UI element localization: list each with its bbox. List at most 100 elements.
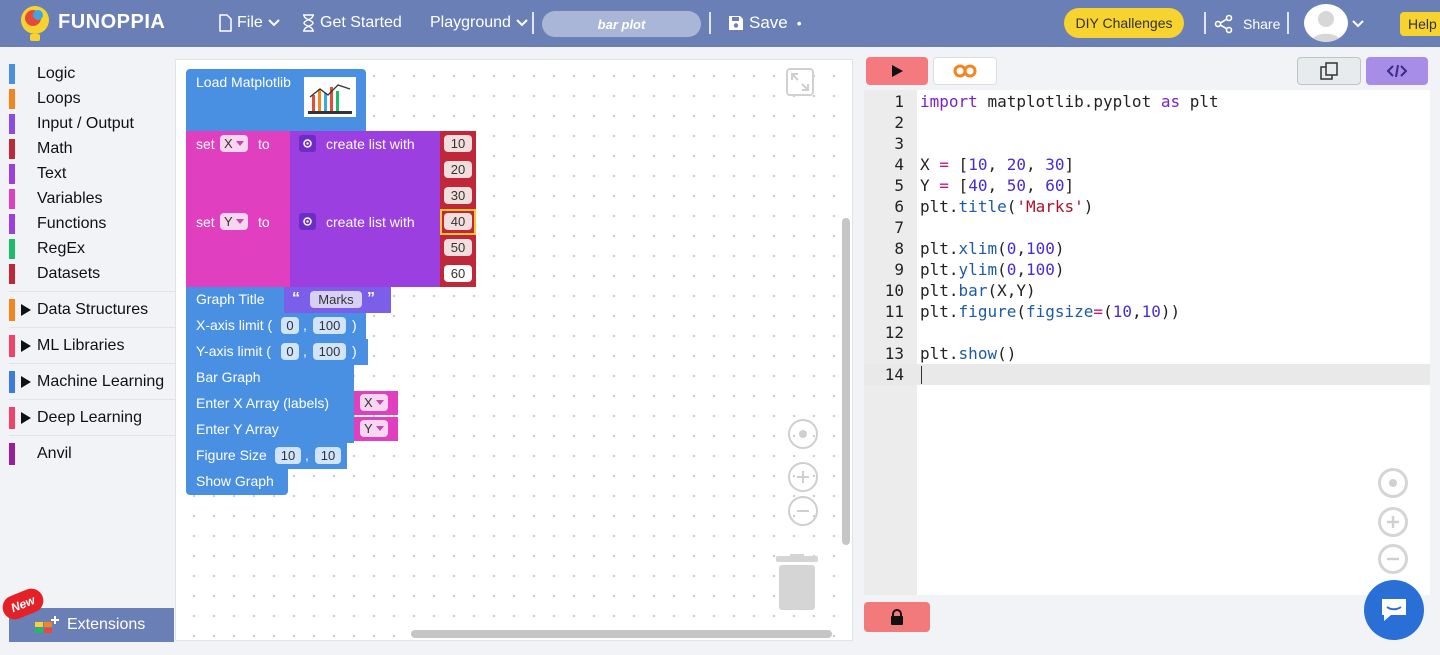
category-group-data-structures[interactable]: Data Structures: [9, 291, 175, 327]
playground-label: Playground: [430, 14, 511, 31]
figure-size-block[interactable]: Figure Size 10 , 10: [186, 443, 347, 469]
load-matplotlib-block[interactable]: Load Matplotlib: [186, 69, 366, 131]
extensions-label: Extensions: [67, 616, 146, 633]
category-group-deep-learning[interactable]: Deep Learning: [9, 399, 175, 435]
text-string-block[interactable]: “ Marks ”: [284, 287, 391, 313]
category-loops[interactable]: Loops: [9, 87, 175, 111]
share-button[interactable]: Share: [1214, 14, 1280, 34]
trash-icon[interactable]: [774, 554, 820, 612]
show-graph-block[interactable]: Show Graph: [186, 469, 288, 495]
category-math[interactable]: Math: [9, 137, 175, 161]
workspace-horizontal-scrollbar[interactable]: [411, 630, 832, 638]
number-value[interactable]: 40: [444, 213, 472, 230]
category-label: Math: [37, 140, 73, 157]
variable-x-dropdown[interactable]: X: [220, 135, 248, 152]
category-label: Datasets: [37, 265, 101, 282]
zoom-in-button[interactable]: [788, 462, 818, 492]
create-list-x-block[interactable]: create list with: [290, 131, 440, 209]
number-block[interactable]: 60: [440, 261, 476, 287]
variable-x-getter[interactable]: X: [354, 391, 398, 415]
chevron-down-icon[interactable]: [1352, 20, 1364, 28]
category-regex[interactable]: RegEx: [9, 237, 175, 261]
graph-title-block[interactable]: Graph Title: [186, 287, 284, 313]
number-value[interactable]: 20: [444, 161, 472, 178]
variable-y-dropdown[interactable]: Y: [360, 420, 388, 437]
number-value[interactable]: 60: [444, 265, 472, 282]
brand-name[interactable]: FUNOPPIA: [58, 11, 165, 34]
fullscreen-button[interactable]: [786, 68, 814, 96]
category-group-ml-libraries[interactable]: ML Libraries: [9, 327, 175, 363]
number-block[interactable]: 10: [440, 131, 476, 157]
arduino-button[interactable]: [933, 57, 997, 85]
editor-zoom-in-button[interactable]: [1378, 507, 1408, 537]
xlim-min-value[interactable]: 0: [281, 317, 299, 334]
diy-challenges-button[interactable]: DIY Challenges: [1064, 8, 1184, 38]
category-variables[interactable]: Variables: [9, 187, 175, 211]
dropdown-caret-icon: [375, 400, 384, 405]
save-button[interactable]: Save •: [728, 13, 802, 33]
chat-support-button[interactable]: [1364, 580, 1424, 640]
copy-code-button[interactable]: [1297, 57, 1361, 85]
variable-y-getter[interactable]: Y: [354, 417, 398, 441]
number-value[interactable]: 30: [444, 187, 472, 204]
number-block-selected[interactable]: 40: [440, 209, 476, 235]
ylim-min-value[interactable]: 0: [281, 343, 299, 360]
block-workspace[interactable]: Load Matplotlib set X to create list wit…: [175, 59, 853, 641]
dropdown-caret-icon: [375, 426, 384, 431]
category-datasets[interactable]: Datasets: [9, 262, 175, 286]
code-editor[interactable]: 1 2 3 4 5 6 7 8 9 10 11 12 13 14 import …: [864, 90, 1430, 595]
number-value[interactable]: 50: [444, 239, 472, 256]
extensions-button[interactable]: Extensions: [9, 608, 174, 642]
bar-graph-block[interactable]: Bar Graph Enter X Array (labels) Enter Y…: [186, 365, 354, 443]
number-value[interactable]: 10: [444, 135, 472, 152]
editor-zoom-out-button[interactable]: [1378, 544, 1408, 574]
category-color-bar: [9, 239, 15, 259]
fig-height-value[interactable]: 10: [315, 447, 341, 464]
recenter-button[interactable]: [788, 419, 818, 449]
category-color-bar: [9, 189, 15, 209]
x-axis-limit-block[interactable]: X-axis limit ( 0 , 100 ): [186, 313, 366, 339]
unsaved-indicator: •: [796, 15, 802, 31]
gear-icon[interactable]: [299, 213, 316, 230]
zoom-out-button[interactable]: [788, 496, 818, 526]
code-view-toggle-button[interactable]: [1366, 57, 1428, 85]
title-text-value[interactable]: Marks: [310, 291, 362, 308]
get-started-menu[interactable]: Get Started: [302, 14, 402, 32]
number-block[interactable]: 50: [440, 235, 476, 261]
xlim-max-value[interactable]: 100: [313, 317, 346, 334]
playground-menu[interactable]: Playground: [430, 14, 528, 32]
category-input-output[interactable]: Input / Output: [9, 112, 175, 136]
run-button[interactable]: [866, 57, 928, 85]
file-menu-label: File: [237, 14, 263, 31]
category-group-machine-learning[interactable]: Machine Learning: [9, 363, 175, 399]
lock-code-button[interactable]: [864, 602, 930, 632]
category-functions[interactable]: Functions: [9, 212, 175, 236]
plus-icon: [797, 471, 809, 483]
help-button[interactable]: Help: [1400, 12, 1440, 36]
y-axis-limit-block[interactable]: Y-axis limit ( 0 , 100 ): [186, 339, 368, 365]
workspace-vertical-scrollbar[interactable]: [842, 218, 850, 545]
gear-icon[interactable]: [299, 135, 316, 152]
file-menu[interactable]: File: [218, 14, 280, 32]
variable-y-dropdown[interactable]: Y: [220, 213, 248, 230]
active-line-highlight: [864, 364, 1430, 385]
category-color-bar: [9, 370, 15, 393]
set-y-block[interactable]: set Y to: [186, 209, 290, 287]
project-name-input[interactable]: bar plot: [542, 11, 701, 37]
category-logic[interactable]: Logic: [9, 62, 175, 86]
number-block[interactable]: 30: [440, 183, 476, 209]
category-text[interactable]: Text: [9, 162, 175, 186]
fig-width-value[interactable]: 10: [275, 447, 301, 464]
graph-title-label: Graph Title: [196, 291, 265, 307]
number-block[interactable]: 20: [440, 157, 476, 183]
set-x-block[interactable]: set X to: [186, 131, 290, 209]
create-list-y-block[interactable]: create list with: [290, 209, 440, 287]
user-icon: [1311, 11, 1341, 42]
user-avatar[interactable]: [1304, 4, 1348, 42]
line-number: 3: [894, 134, 904, 153]
enter-y-array-label: Enter Y Array: [196, 421, 279, 437]
editor-recenter-button[interactable]: [1378, 468, 1408, 498]
category-group-anvil[interactable]: Anvil: [9, 435, 175, 471]
variable-x-dropdown[interactable]: X: [360, 394, 388, 411]
ylim-max-value[interactable]: 100: [313, 343, 346, 360]
